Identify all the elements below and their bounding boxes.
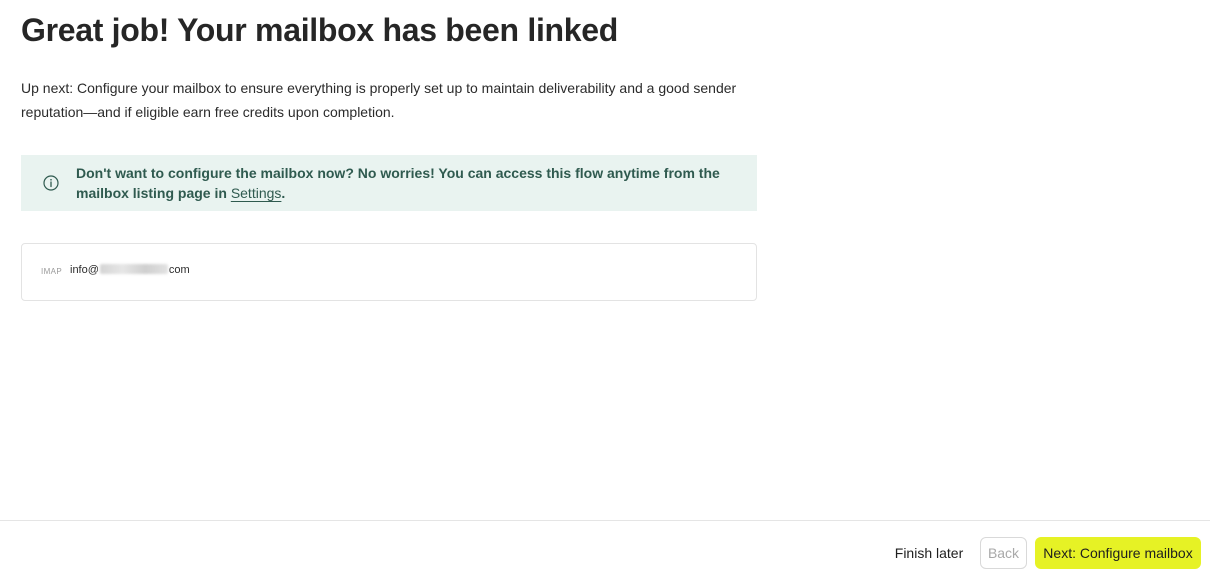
email-suffix: com [168,264,190,276]
email-prefix: info@ [70,264,99,276]
info-notice: Don't want to configure the mailbox now?… [21,155,757,211]
mailbox-linked-page: Great job! Your mailbox has been linked … [0,0,1210,573]
notice-text: Don't want to configure the mailbox now?… [76,163,746,203]
page-title: Great job! Your mailbox has been linked [21,12,619,48]
finish-later-button[interactable]: Finish later [888,537,970,569]
notice-message: Don't want to configure the mailbox now?… [76,165,720,201]
next-configure-mailbox-button[interactable]: Next: Configure mailbox [1035,537,1201,569]
notice-period: . [281,185,286,201]
mailbox-card: IMAP info@ com [21,243,757,301]
intro-text: Up next: Configure your mailbox to ensur… [21,80,737,120]
info-circle-icon [43,175,59,191]
back-button[interactable]: Back [980,537,1027,569]
mailbox-email: info@ com [70,264,190,276]
footer-bar: Finish later Back Next: Configure mailbo… [0,520,1210,573]
redacted-domain [99,264,168,274]
mailbox-type-label: IMAP [41,267,63,276]
settings-link[interactable]: Settings [231,185,282,201]
